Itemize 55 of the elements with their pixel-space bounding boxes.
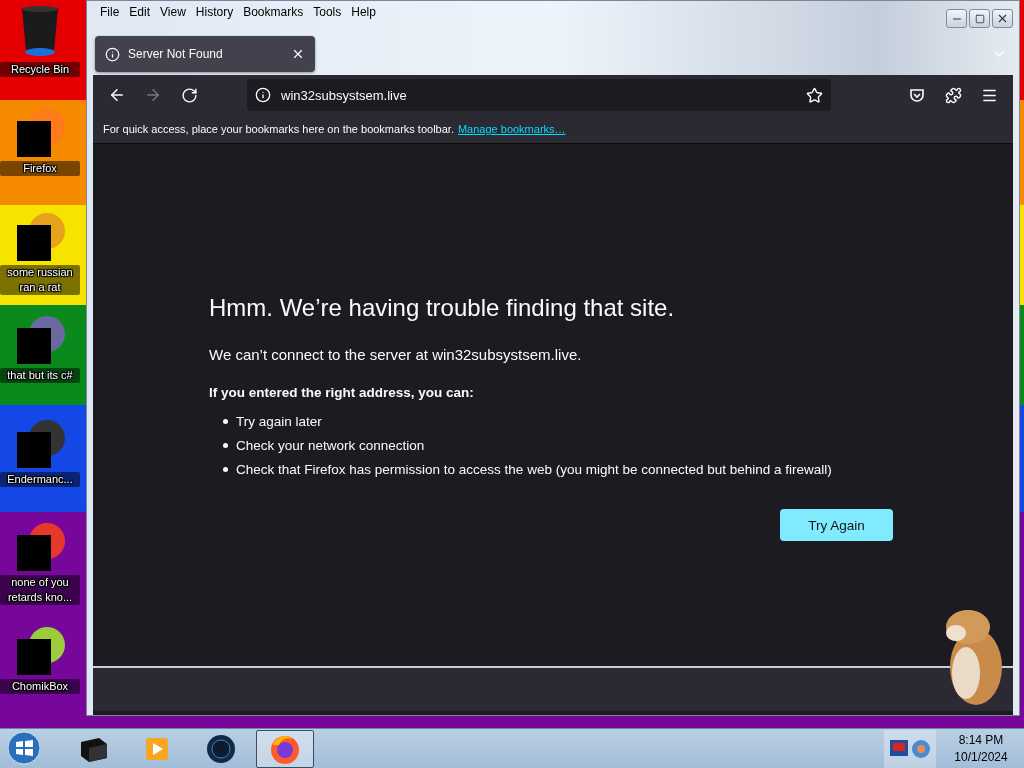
app-icon[interactable] [15, 107, 65, 160]
maximize-icon [974, 13, 985, 24]
reload-icon [180, 86, 198, 104]
menu-item[interactable]: Help [346, 3, 381, 21]
desktop-icon-label[interactable]: Endermanc... [0, 471, 80, 487]
info-icon [105, 46, 120, 62]
address-bar[interactable]: win32subsystsem.live [247, 79, 831, 111]
clock[interactable]: 8:14 PM 10/1/2024 [942, 732, 1020, 766]
close-button[interactable] [992, 9, 1013, 28]
info-icon [255, 87, 271, 103]
tab-title: Server Not Found [128, 47, 224, 61]
bullet-icon [223, 443, 228, 448]
try-again-button[interactable]: Try Again [780, 509, 893, 541]
menu-item[interactable]: Tools [308, 3, 347, 21]
desktop-icon-label[interactable]: Recycle Bin [0, 62, 80, 77]
maximize-button[interactable] [969, 9, 990, 28]
forward-icon [144, 86, 162, 104]
app-icon[interactable] [15, 624, 65, 677]
desktop-icon-label[interactable]: Firefox [0, 161, 80, 177]
time-text: 8:14 PM [958, 732, 1004, 749]
manage-bookmarks-link[interactable]: Manage bookmarks… [457, 123, 566, 135]
desktop-icon-label[interactable]: ChomikBox [0, 678, 80, 694]
close-icon [996, 12, 1009, 25]
puzzle-icon [944, 86, 962, 104]
error-subheading: If you entered the right address, you can: [209, 385, 475, 400]
close-icon [291, 47, 305, 61]
error-message: We can’t connect to the server at win32subsystsem.live. [209, 346, 583, 363]
tray-icons[interactable] [884, 730, 936, 768]
browser-tab[interactable]: Server Not Found [95, 36, 315, 72]
pocket-icon [909, 87, 925, 103]
menu-item[interactable]: Bookmarks [238, 3, 309, 21]
play-icon [143, 735, 171, 763]
app-icon[interactable] [15, 210, 65, 263]
back-icon [108, 86, 126, 104]
menu-item[interactable]: View [155, 3, 191, 21]
star-icon [806, 86, 823, 104]
bullet-icon [223, 467, 228, 472]
start-button[interactable] [4, 730, 44, 768]
desktop-icon-label[interactable]: some russian ran a rat [0, 264, 80, 295]
minimize-button[interactable] [946, 9, 967, 28]
bullet-icon [223, 419, 228, 424]
windows-logo-icon [6, 730, 42, 766]
error-title: Hmm. We’re having trouble finding that site. [209, 294, 676, 322]
desktop-icon-label[interactable]: none of you retards kno... [0, 575, 80, 606]
suggestion-text: Check that Firefox has permission to access the web (you might be connected but behind a firewall) [236, 462, 832, 477]
suggestion-text: Try again later [236, 414, 322, 429]
fox-globe-icon [269, 733, 301, 765]
suggestion-text: Check your network connection [236, 438, 425, 453]
menu-item[interactable]: File [95, 3, 125, 21]
taskbar-app-button[interactable] [256, 730, 314, 768]
desktop-icon-label[interactable]: that but its c# [0, 368, 80, 384]
bookmarks-hint: For quick access, place your bookmarks here on the bookmarks toolbar. [103, 123, 454, 135]
date-text: 10/1/2024 [954, 749, 1008, 766]
menu-item[interactable]: Edit [124, 3, 156, 21]
menu-item[interactable]: History [190, 3, 239, 21]
